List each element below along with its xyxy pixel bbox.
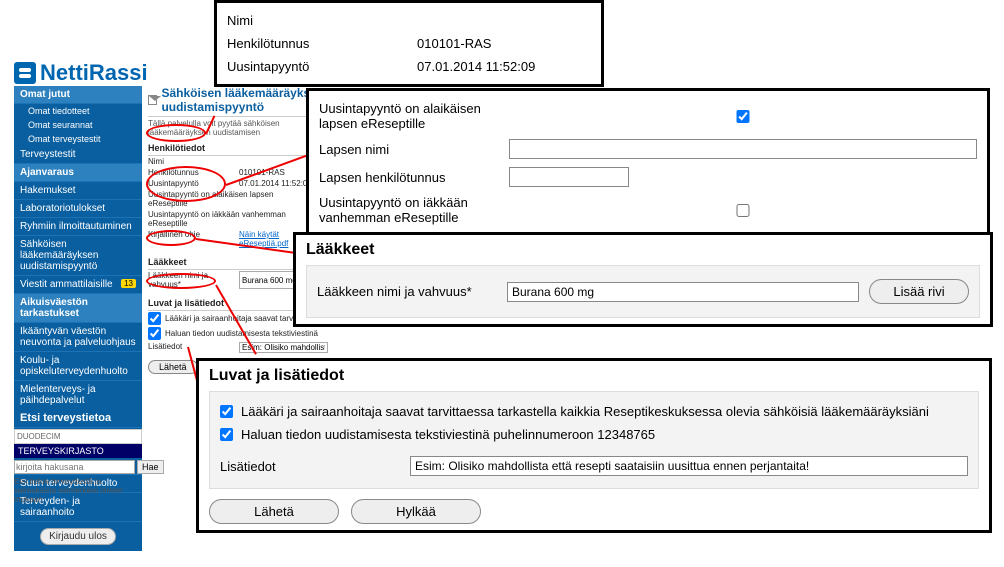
perm2-checkbox[interactable]: [148, 327, 161, 340]
callout-title: Luvat ja lisätiedot: [209, 367, 979, 385]
sidebar-item[interactable]: Laboratoriotulokset: [14, 200, 142, 218]
child-hetu-input[interactable]: [509, 167, 629, 187]
title-text: Sähköisen lääkemääräyksen uudistamispyyn…: [161, 86, 328, 114]
sidebar-terveystestit[interactable]: Terveystestit: [14, 146, 142, 164]
callout-title: Lääkkeet: [306, 241, 980, 259]
main-form: Sähköisen lääkemääräyksen uudistamispyyn…: [148, 86, 328, 374]
page-subtitle: Tällä palvelulla voit pyytää sähköisen l…: [148, 119, 328, 137]
sidebar-item[interactable]: Mielenterveys- ja päihdepalvelut: [14, 381, 142, 410]
send-button[interactable]: Lähetä: [148, 360, 198, 374]
label: Lääkkeen nimi ja vahvuus*: [148, 271, 237, 289]
add-row-button[interactable]: Lisää rivi: [869, 279, 969, 304]
send-button[interactable]: Lähetä: [209, 499, 339, 524]
label: Lisätiedot: [220, 459, 400, 474]
sidebar-aikuis[interactable]: Aikuisväestön tarkastukset: [14, 294, 142, 323]
elder-checkbox[interactable]: [509, 204, 977, 217]
logo: NettiRassi: [14, 60, 148, 86]
label: Uusintapyyntö on alaikäisen lapsen eRese…: [319, 101, 499, 131]
child-checkbox[interactable]: [509, 110, 977, 123]
sidebar-omat-jutut[interactable]: Omat jutut: [14, 86, 142, 104]
logo-text: NettiRassi: [40, 60, 148, 86]
label: Uusintapyyntö on iäkkään vanhemman eRese…: [319, 195, 499, 225]
cancel-button[interactable]: Hylkää: [351, 499, 481, 524]
label: Lisätiedot: [148, 342, 237, 353]
label: Haluan tiedon uudistamisesta tekstiviest…: [241, 427, 655, 442]
lisatiedot-input[interactable]: [410, 456, 968, 476]
search-panel: Etsi terveystietoa DUODECIM TERVEYSKIRJA…: [14, 409, 142, 504]
label: Uusintapyyntö on iäkkään vanhemman eRese…: [148, 210, 311, 228]
search-button[interactable]: Hae: [137, 460, 164, 474]
label: Nimi: [148, 157, 237, 166]
label: Uusintapyyntö: [227, 59, 407, 74]
sidebar-item-label: Viestit ammattilaisille: [20, 279, 113, 290]
label: Uusintapyyntö: [148, 179, 237, 188]
label: Lääkkeen nimi ja vahvuus*: [317, 284, 497, 299]
callout-medicines: Lääkkeet Lääkkeen nimi ja vahvuus* Lisää…: [293, 232, 993, 327]
section-henkilotiedot: Henkilötiedot: [148, 141, 328, 156]
medicine-input[interactable]: [507, 282, 859, 302]
sidebar-item[interactable]: Viestit ammattilaisille 13: [14, 276, 142, 294]
sidebar-sub[interactable]: Omat seurannat: [14, 118, 142, 132]
sidebar-item[interactable]: Koulu- ja opiskeluterveydenhuolto: [14, 352, 142, 381]
envelope-icon: [148, 95, 157, 105]
page-title: Sähköisen lääkemääräyksen uudistamispyyn…: [148, 86, 328, 117]
callout-child-elder: Uusintapyyntö on alaikäisen lapsen eRese…: [306, 88, 990, 238]
logo-icon: [14, 62, 36, 84]
logout-button[interactable]: Kirjaudu ulos: [40, 528, 116, 545]
child-name-input[interactable]: [509, 139, 977, 159]
perm1-checkbox[interactable]: [148, 312, 161, 325]
perm1-checkbox[interactable]: [220, 405, 233, 418]
label: Kirjallinen ohje: [148, 230, 237, 248]
perm2-checkbox[interactable]: [220, 428, 233, 441]
lisatiedot-input[interactable]: [239, 342, 328, 353]
label: Nimi: [227, 13, 407, 28]
label: Lääkäri ja sairaanhoitaja saavat tarvitt…: [241, 404, 929, 419]
sidebar-ajanvaraus[interactable]: Ajanvaraus: [14, 164, 142, 182]
label: Lapsen henkilötunnus: [319, 170, 499, 185]
sidebar-item[interactable]: Hakemukset: [14, 182, 142, 200]
search-title: Etsi terveystietoa: [14, 409, 142, 427]
value: 010101-RAS: [417, 36, 591, 51]
duodecim-label: DUODECIM: [14, 429, 142, 444]
label: Henkilötunnus: [148, 168, 237, 177]
label: Haluan tiedon uudistamisesta tekstiviest…: [165, 329, 318, 338]
label: Lapsen nimi: [319, 142, 499, 157]
badge-count: 13: [121, 279, 136, 288]
sidebar-item[interactable]: Ryhmiin ilmoittautuminen: [14, 218, 142, 236]
label: Uusintapyyntö on alaikäisen lapsen eRese…: [148, 190, 311, 208]
label: Henkilötunnus: [227, 36, 407, 51]
sidebar-item[interactable]: Ikääntyvän väestön neuvonta ja palveluoh…: [14, 323, 142, 352]
search-input[interactable]: [14, 460, 135, 474]
value: 07.01.2014 11:52:09: [417, 59, 591, 74]
callout-permissions: Luvat ja lisätiedot Lääkäri ja sairaanho…: [196, 358, 992, 533]
callout-personal-info: Nimi Henkilötunnus 010101-RAS Uusintapyyn…: [214, 0, 604, 87]
terveyskirjasto-label: TERVEYSKIRJASTO: [14, 444, 142, 458]
sidebar-sub[interactable]: Omat terveystestit: [14, 132, 142, 146]
sidebar-sub[interactable]: Omat tiedotteet: [14, 104, 142, 118]
sidebar-item[interactable]: Sähköisen lääkemääräyksen uudistamispyyn…: [14, 236, 142, 276]
search-note: Etsi tietoa terveydestä ja sairauksista …: [14, 477, 142, 504]
